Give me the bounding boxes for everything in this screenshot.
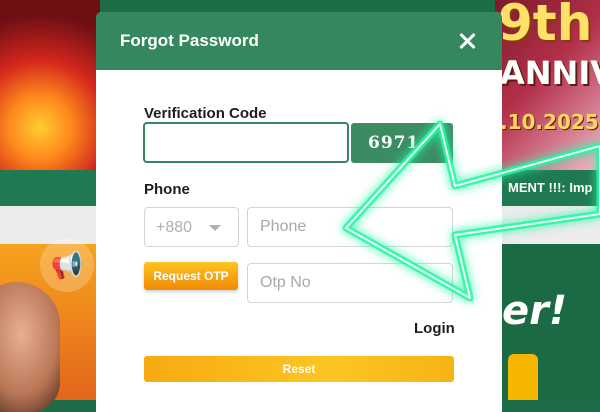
background-banner-left	[0, 0, 100, 170]
forgot-password-modal: Forgot Password Verification Code 6971 P…	[96, 12, 502, 412]
verification-code-label: Verification Code	[144, 105, 267, 122]
event-date: .10.2025	[500, 110, 599, 134]
modal-title: Forgot Password	[120, 31, 259, 50]
captcha-code: 6971	[351, 123, 453, 163]
announcement-text: MENT !!!: Imp	[508, 180, 593, 195]
verification-code-input[interactable]	[143, 122, 349, 163]
promo-text: er!	[502, 288, 568, 334]
close-icon[interactable]	[452, 26, 482, 56]
request-otp-button[interactable]: Request OTP	[144, 262, 238, 290]
country-code-value: +880	[156, 219, 193, 236]
modal-header: Forgot Password	[96, 12, 502, 70]
chevron-down-icon	[209, 225, 221, 231]
phone-label: Phone	[144, 181, 190, 198]
country-code-select[interactable]: +880	[144, 207, 239, 247]
login-link[interactable]: Login	[414, 320, 455, 337]
otp-input[interactable]	[247, 263, 453, 303]
event-badge-number: 9th	[498, 0, 593, 52]
megaphone-icon[interactable]: 📢	[40, 238, 94, 292]
reset-button[interactable]: Reset	[144, 356, 454, 382]
phone-input[interactable]	[247, 207, 453, 247]
promo-person-image	[0, 282, 60, 412]
event-badge-text: ANNIV	[500, 54, 600, 92]
promo-chip	[508, 354, 538, 400]
